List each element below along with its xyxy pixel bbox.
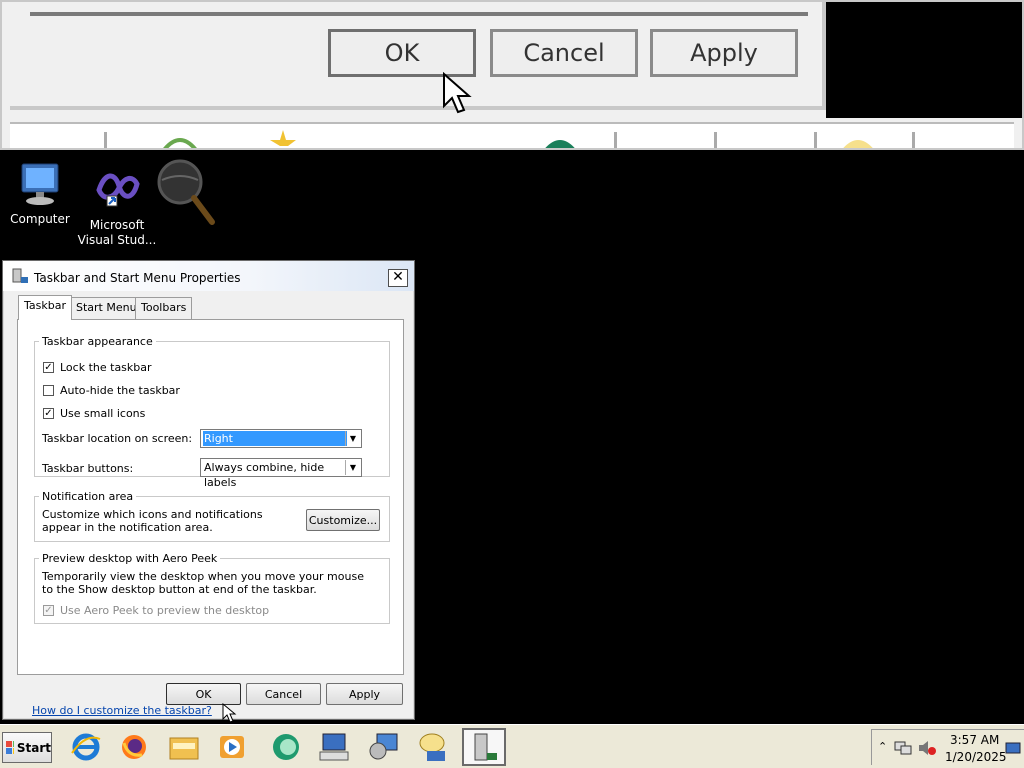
ok-button[interactable]: OK — [166, 683, 241, 705]
magnified-messaging-icon — [843, 140, 873, 148]
customize-button[interactable]: Customize... — [306, 509, 380, 531]
aero-peek-checkbox[interactable]: ✓ Use Aero Peek to preview the desktop — [43, 602, 269, 618]
windows-logo-icon — [6, 740, 14, 754]
taskbar-item-taskbar-properties[interactable] — [462, 728, 506, 766]
dialog-titlebar[interactable]: Taskbar and Start Menu Properties ✕ — [3, 261, 414, 291]
taskbar-item-media-player[interactable] — [210, 728, 254, 766]
checkbox-unchecked-icon — [43, 384, 54, 396]
magnified-taskbar-divider — [614, 132, 617, 148]
taskbar-item-messaging[interactable] — [410, 728, 454, 766]
magnified-apply-button[interactable]: Apply — [650, 29, 798, 77]
taskbar-buttons-select[interactable]: Always combine, hide labels ▼ — [200, 458, 362, 489]
checkbox-label: Lock the taskbar — [60, 360, 152, 374]
checkbox-checked-icon: ✓ — [43, 361, 54, 373]
aero-peek-group: Preview desktop with Aero Peek Temporari… — [34, 552, 390, 624]
taskbar-properties-dialog: Taskbar and Start Menu Properties ✕ Task… — [2, 260, 415, 720]
group-legend: Preview desktop with Aero Peek — [42, 552, 218, 565]
taskbar-item-chat[interactable] — [264, 728, 308, 766]
auto-hide-checkbox[interactable]: Auto-hide the taskbar — [43, 382, 180, 398]
desktop-icon-visual-studio[interactable]: Microsoft Visual Stud... — [77, 166, 157, 248]
checkbox-label: Auto-hide the taskbar — [60, 383, 180, 397]
magnified-taskbar-divider — [912, 132, 915, 148]
selected-value: Right — [203, 431, 347, 446]
network-tray-icon[interactable] — [894, 740, 912, 756]
magnified-taskbar — [10, 122, 1014, 148]
show-desktop-icon[interactable] — [1005, 742, 1021, 756]
apply-button[interactable]: Apply — [326, 683, 403, 705]
media-player-icon — [220, 736, 244, 758]
tab-start-menu[interactable]: Start Menu — [70, 297, 143, 319]
desktop-icon-computer[interactable]: Computer — [0, 160, 80, 227]
checkbox-label: Use small icons — [60, 406, 146, 420]
notification-description: Customize which icons and notifications … — [42, 508, 263, 534]
checkbox-checked-icon: ✓ — [43, 604, 54, 616]
start-label: Start — [16, 740, 51, 755]
cancel-button[interactable]: Cancel — [246, 683, 321, 705]
volume-muted-icon[interactable] — [918, 740, 936, 756]
lock-taskbar-checkbox[interactable]: ✓ Lock the taskbar — [43, 359, 152, 375]
taskbar-item-network[interactable] — [362, 728, 406, 766]
taskbar-settings-icon — [12, 268, 28, 283]
taskbar-item-firefox[interactable] — [112, 728, 156, 766]
magnified-taskbar-divider — [104, 132, 107, 148]
magnified-taskbar-divider — [714, 132, 717, 148]
checkbox-checked-icon: ✓ — [43, 407, 54, 419]
tab-panel-taskbar: Taskbar appearance ✓ Lock the taskbar Au… — [17, 319, 404, 717]
help-link[interactable]: How do I customize the taskbar? — [32, 704, 212, 717]
taskbar: Start ⌃ 3:57 AM 1/20/2025 — [0, 724, 1024, 768]
magnifier-window: OK Cancel Apply — [0, 0, 1024, 150]
magnified-ie-icon — [163, 138, 197, 148]
taskbar-appearance-group: Taskbar appearance ✓ Lock the taskbar Au… — [34, 335, 390, 489]
magnified-dialog: OK Cancel Apply — [10, 2, 826, 110]
taskbar-location-select[interactable]: Right ▼ — [200, 429, 362, 448]
close-icon: ✕ — [392, 269, 404, 285]
tab-toolbars[interactable]: Toolbars — [135, 297, 193, 319]
magnified-ok-button[interactable]: OK — [328, 29, 476, 77]
buttons-label: Taskbar buttons: — [42, 462, 134, 475]
start-button[interactable]: Start — [2, 732, 52, 763]
aero-peek-description: Temporarily view the desktop when you mo… — [42, 570, 364, 596]
keyboard-computer-icon — [319, 733, 349, 761]
mouse-cursor-icon — [222, 703, 237, 723]
visual-studio-icon — [93, 166, 141, 214]
chat-icon — [273, 734, 299, 760]
explorer-folder-icon — [169, 737, 199, 760]
magnifier-lens-icon — [157, 159, 215, 225]
magnified-divider — [30, 12, 808, 16]
group-legend: Taskbar appearance — [42, 335, 153, 348]
selected-value: Always combine, hide labels — [204, 461, 325, 489]
desktop-icon-label: Computer — [10, 212, 70, 226]
taskbar-properties-icon — [474, 733, 497, 761]
internet-explorer-icon — [71, 733, 101, 761]
firefox-icon — [122, 735, 146, 759]
network-computer-icon — [369, 733, 398, 760]
small-icons-checkbox[interactable]: ✓ Use small icons — [43, 405, 145, 421]
tab-taskbar[interactable]: Taskbar — [18, 295, 72, 320]
magnified-star-icon — [270, 130, 296, 146]
taskbar-item-internet-explorer[interactable] — [64, 728, 108, 766]
location-label: Taskbar location on screen: — [42, 432, 193, 445]
notification-area-group: Notification area Customize which icons … — [34, 490, 390, 542]
magnified-cursor-icon — [443, 72, 472, 114]
messaging-icon — [419, 733, 445, 761]
clock-date[interactable]: 1/20/2025 — [945, 750, 1007, 764]
group-legend: Notification area — [42, 490, 134, 503]
close-button[interactable]: ✕ — [388, 269, 408, 287]
notification-tray: ⌃ 3:57 AM 1/20/2025 — [871, 729, 1024, 765]
magnified-cancel-button[interactable]: Cancel — [490, 29, 638, 77]
show-hidden-icons-icon[interactable]: ⌃ — [878, 740, 887, 753]
taskbar-item-explorer[interactable] — [162, 728, 206, 766]
magnifier-black-area — [826, 2, 1022, 118]
clock-time[interactable]: 3:57 AM — [950, 733, 999, 747]
magnified-taskbar-divider — [814, 132, 817, 148]
dialog-title: Taskbar and Start Menu Properties — [34, 271, 241, 285]
checkbox-label: Use Aero Peek to preview the desktop — [60, 603, 270, 617]
desktop-icon-label: Microsoft Visual Stud... — [77, 218, 157, 247]
dropdown-arrow-icon: ▼ — [345, 460, 360, 475]
dropdown-arrow-icon: ▼ — [345, 431, 360, 446]
computer-icon — [16, 160, 64, 208]
magnified-chat-icon — [545, 140, 575, 148]
taskbar-item-keyboard-app[interactable] — [312, 728, 356, 766]
